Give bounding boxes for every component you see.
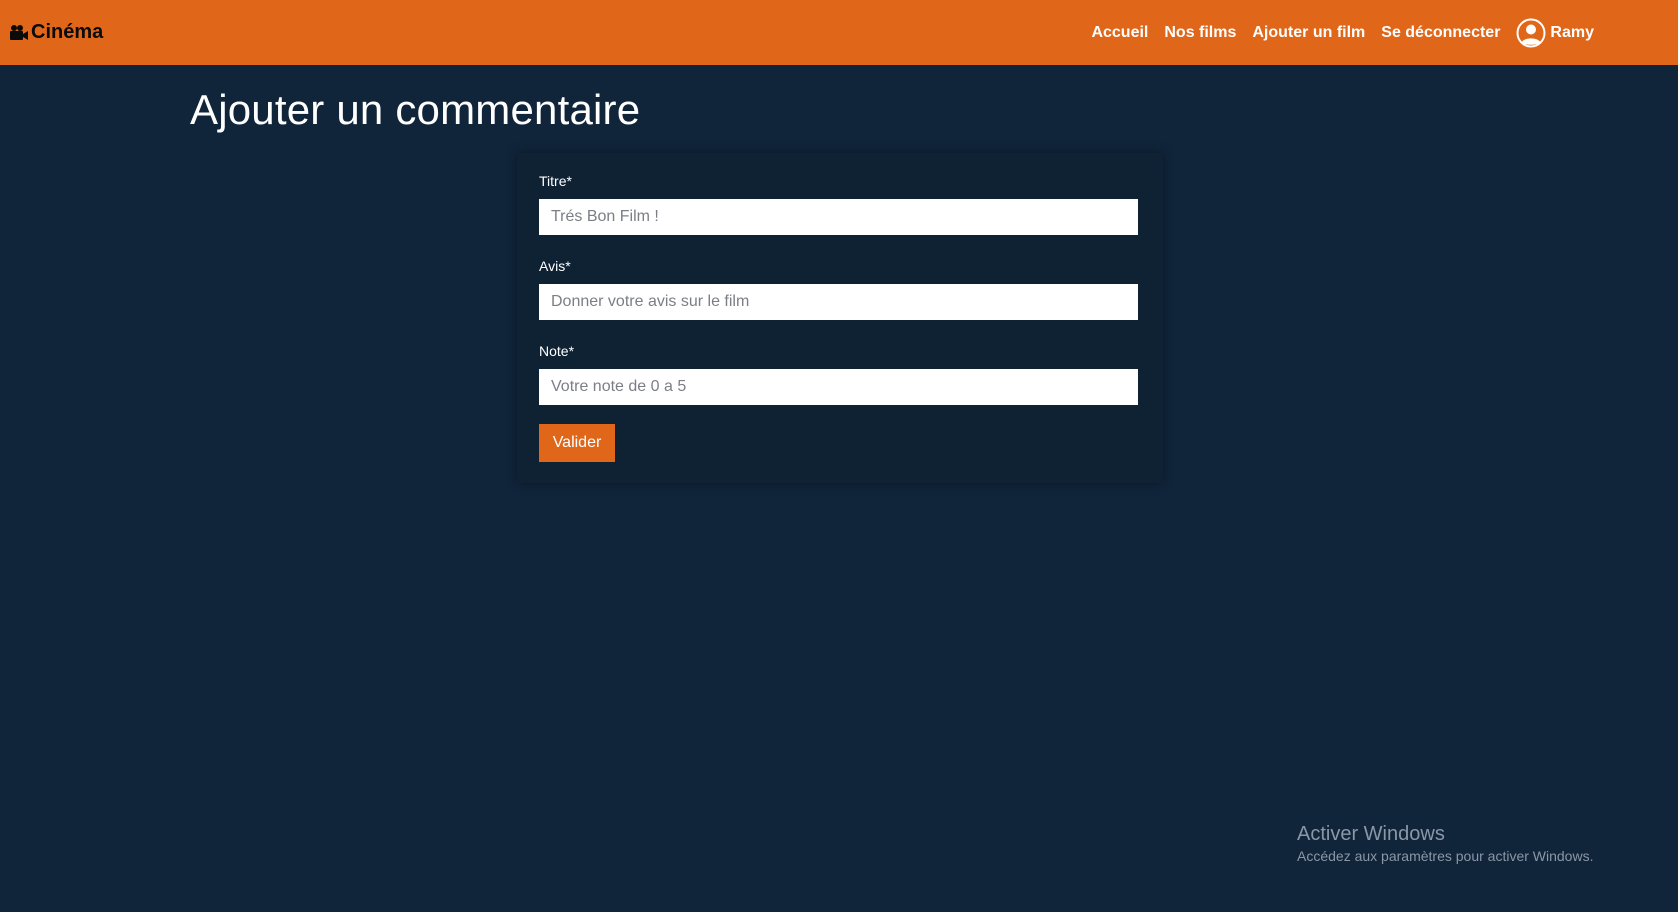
rating-input[interactable] (539, 369, 1138, 405)
title-label: Titre* (539, 173, 572, 189)
review-label: Avis* (539, 258, 571, 274)
rating-label: Note* (539, 343, 575, 359)
title-input[interactable] (539, 199, 1138, 235)
top-navbar: Cinéma Accueil Nos films Ajouter un film… (0, 0, 1678, 65)
video-camera-icon (10, 24, 28, 42)
user-circle-icon (1516, 18, 1546, 48)
review-input[interactable] (539, 284, 1138, 320)
submit-button[interactable]: Valider (539, 424, 615, 462)
brand-logo-link[interactable]: Cinéma (10, 0, 103, 65)
watermark-title: Activer Windows (1297, 823, 1445, 845)
user-name: Ramy (1550, 23, 1594, 41)
nav-link-films[interactable]: Nos films (1164, 24, 1236, 42)
comment-form: Titre* Avis* Note* Valider (517, 153, 1163, 483)
brand-name: Cinéma (31, 21, 104, 43)
nav-link-home[interactable]: Accueil (1091, 24, 1148, 42)
windows-activation-watermark: Activer Windows Accédez aux paramètres p… (1297, 822, 1593, 866)
nav-link-add-film[interactable]: Ajouter un film (1252, 24, 1365, 42)
nav-link-logout[interactable]: Se déconnecter (1381, 24, 1500, 42)
page-title: Ajouter un commentaire (190, 86, 641, 133)
user-menu[interactable]: Ramy (1516, 18, 1594, 48)
nav-links: Accueil Nos films Ajouter un film Se déc… (1075, 0, 1594, 65)
watermark-subtitle: Accédez aux paramètres pour activer Wind… (1297, 848, 1594, 864)
